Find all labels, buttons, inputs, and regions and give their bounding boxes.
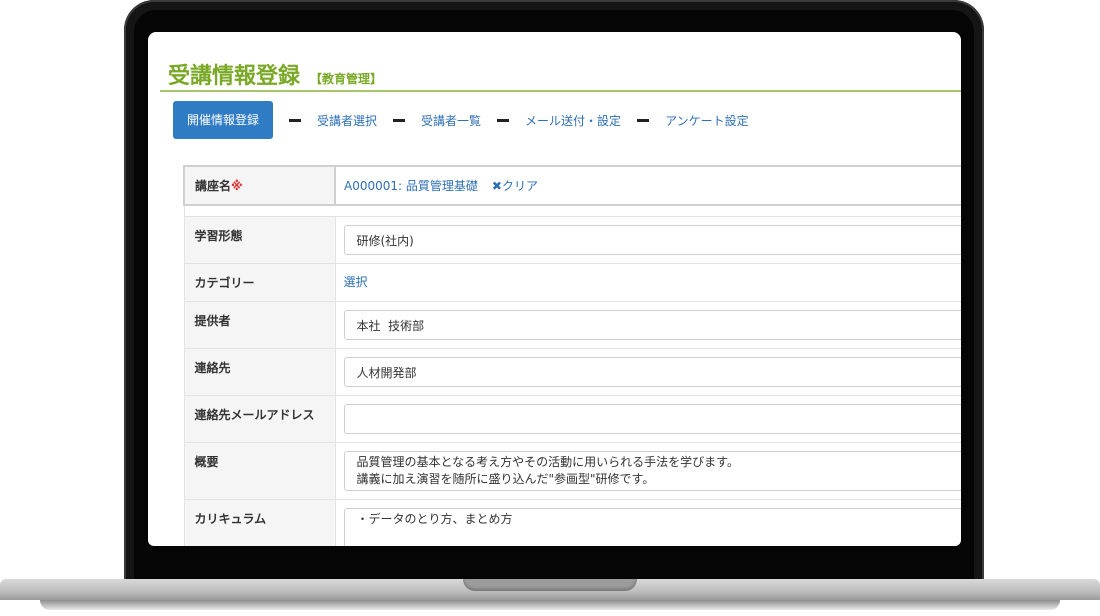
title-divider	[160, 90, 961, 92]
step-mail-settings[interactable]: メール送付・設定	[525, 112, 621, 129]
step-separator	[497, 118, 510, 122]
curriculum-textarea[interactable]: ・データのとり方、まとめ方	[343, 508, 961, 546]
close-icon: ✖	[491, 179, 502, 193]
course-label: 講座名※	[183, 165, 336, 206]
category-cell: 選択	[334, 263, 961, 302]
step-separator	[289, 118, 302, 122]
clear-button[interactable]: ✖クリア	[492, 179, 538, 193]
contact-cell: 人材開発部	[334, 348, 961, 396]
form-row-contact: 連絡先 人材開発部	[183, 348, 961, 396]
page-title-text: 受講情報登録	[168, 64, 301, 89]
form-row-overview: 概要 品質管理の基本となる考え方やその活動に用いられる手法を学びます。 講義に加…	[183, 442, 961, 500]
contact-email-cell	[334, 395, 961, 443]
form-row-category: カテゴリー 選択	[183, 263, 961, 302]
step-event-info[interactable]: 開催情報登録	[173, 101, 274, 139]
step-attendee-list[interactable]: 受講者一覧	[421, 112, 481, 129]
step-separator	[637, 118, 650, 122]
step-survey-settings[interactable]: アンケート設定	[665, 112, 749, 129]
overview-line-2: 講義に加え演習を随所に盛り込んだ"参画型"研修です。	[356, 472, 655, 486]
learning-type-select[interactable]: 研修(社内)▼	[343, 225, 961, 255]
course-value-cell: A000001: 品質管理基礎 ✖クリア	[334, 165, 961, 206]
page-title: 受講情報登録 【教育管理】	[168, 58, 382, 90]
curriculum-spacer	[357, 528, 951, 546]
category-label: カテゴリー	[183, 263, 336, 302]
page-subtitle: 【教育管理】	[310, 72, 383, 86]
step-select-attendees[interactable]: 受講者選択	[317, 112, 377, 129]
course-name-link[interactable]: A000001: 品質管理基礎	[344, 179, 478, 193]
step-navigation: 開催情報登録 受講者選択 受講者一覧 メール送付・設定 アンケート設定	[173, 101, 749, 139]
contact-label: 連絡先	[183, 348, 336, 396]
clear-label: クリア	[501, 179, 538, 193]
form-row-contact-email: 連絡先メールアドレス	[183, 395, 961, 443]
form-row-curriculum: カリキュラム ・データのとり方、まとめ方	[183, 499, 961, 546]
provider-cell: 本社 技術部	[334, 301, 961, 349]
provider-label: 提供者	[183, 301, 336, 349]
form-gap	[183, 204, 961, 217]
laptop-base-bottom	[40, 600, 1060, 610]
form-row-provider: 提供者 本社 技術部	[183, 301, 961, 349]
learning-type-value: 研修(社内)	[356, 234, 414, 248]
step-separator	[393, 118, 406, 122]
curriculum-label: カリキュラム	[183, 499, 336, 546]
overview-line-1: 品質管理の基本となる考え方やその活動に用いられる手法を学びます。	[356, 455, 739, 469]
laptop-screen: 受講情報登録 【教育管理】 開催情報登録 受講者選択 受講者一覧 メール送付・設…	[148, 32, 961, 546]
curriculum-line-1: ・データのとり方、まとめ方	[356, 512, 513, 526]
learning-type-label: 学習形態	[183, 216, 336, 264]
laptop-hinge-notch	[463, 579, 637, 591]
form-row-learning-type: 学習形態 研修(社内)▼	[183, 216, 961, 264]
course-form: 講座名※ A000001: 品質管理基礎 ✖クリア 学習形態 研修(社内)▼ カテ…	[183, 165, 961, 546]
contact-email-input[interactable]	[343, 404, 961, 434]
contact-email-label: 連絡先メールアドレス	[183, 395, 336, 443]
overview-cell: 品質管理の基本となる考え方やその活動に用いられる手法を学びます。 講義に加え演習…	[334, 442, 961, 500]
required-mark: ※	[231, 179, 243, 193]
overview-textarea[interactable]: 品質管理の基本となる考え方やその活動に用いられる手法を学びます。 講義に加え演習…	[343, 451, 961, 491]
course-label-text: 講座名	[195, 179, 232, 193]
contact-input[interactable]: 人材開発部	[343, 357, 961, 387]
provider-input[interactable]: 本社 技術部	[343, 310, 961, 340]
learning-type-cell: 研修(社内)▼	[334, 216, 961, 264]
category-select-link[interactable]: 選択	[344, 275, 368, 289]
overview-label: 概要	[183, 442, 336, 500]
form-row-course: 講座名※ A000001: 品質管理基礎 ✖クリア	[183, 165, 961, 206]
curriculum-cell: ・データのとり方、まとめ方	[334, 499, 961, 546]
